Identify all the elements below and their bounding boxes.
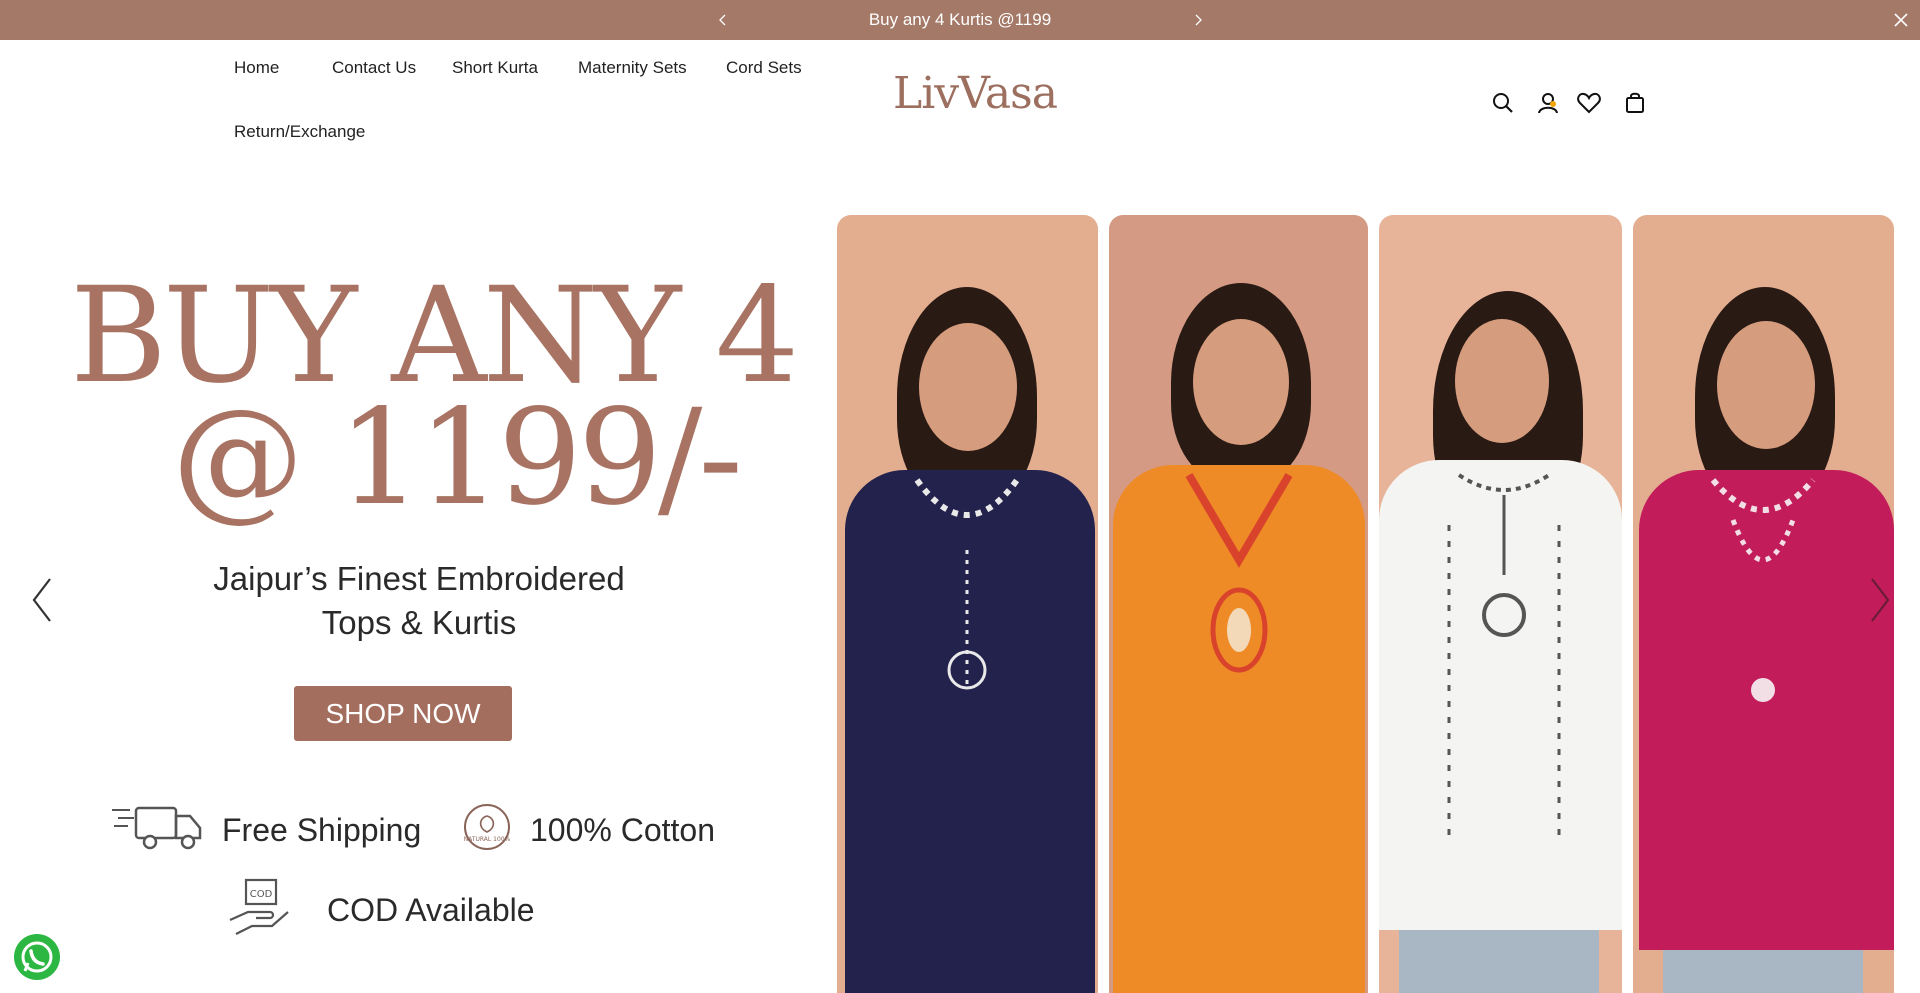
hero-headline-line2: @ 1199/- <box>172 381 743 535</box>
close-icon[interactable] <box>1890 9 1912 31</box>
cart-bag-icon[interactable] <box>1622 90 1648 116</box>
chevron-left-icon[interactable] <box>713 10 733 30</box>
slider-prev-icon[interactable] <box>28 575 58 625</box>
feature-cod-available: COD Available <box>327 892 535 928</box>
nav-item-home[interactable]: Home <box>218 54 295 82</box>
nav-item-maternity-sets[interactable]: Maternity Sets <box>562 54 703 82</box>
announcement-text[interactable]: Buy any 4 Kurtis @1199 <box>0 0 1920 40</box>
hero-banner[interactable]: BUY ANY 4 @ 1199/- Jaipur’s Finest Embro… <box>0 170 1920 993</box>
natural-badge-text: NATURAL 100% <box>464 836 511 843</box>
slider-next-icon[interactable] <box>1864 575 1894 625</box>
account-icon[interactable] <box>1536 90 1562 116</box>
whatsapp-icon[interactable] <box>14 934 60 980</box>
nav-item-return-exchange[interactable]: Return/Exchange <box>218 118 381 146</box>
announcement-bar: Buy any 4 Kurtis @1199 <box>0 0 1920 40</box>
feature-free-shipping: Free Shipping <box>222 812 422 848</box>
logo-text: LivVasa <box>893 68 1058 119</box>
nav-item-short-kurta[interactable]: Short Kurta <box>436 54 554 82</box>
search-icon[interactable] <box>1490 90 1516 116</box>
hero-promo: BUY ANY 4 @ 1199/- Jaipur’s Finest Embro… <box>0 170 830 993</box>
product-image-white[interactable] <box>1379 215 1622 993</box>
feature-100-cotton: 100% Cotton <box>530 812 716 848</box>
logo[interactable]: LivVasa <box>893 68 1058 128</box>
svg-text:COD: COD <box>250 889 273 900</box>
product-image-navy[interactable] <box>837 215 1098 993</box>
shop-now-button[interactable]: SHOP NOW <box>294 686 512 741</box>
site-header: Home Contact Us Short Kurta Maternity Se… <box>0 40 1920 170</box>
product-image-orange[interactable] <box>1109 215 1368 993</box>
hero-subheading-line2: Tops & Kurtis <box>321 604 517 641</box>
nav-item-cord-sets[interactable]: Cord Sets <box>710 54 818 82</box>
nav-item-contact-us[interactable]: Contact Us <box>316 54 432 82</box>
natural-leaf-badge-icon: NATURAL 100% <box>462 802 512 857</box>
chevron-right-icon[interactable] <box>1188 10 1208 30</box>
wishlist-heart-icon[interactable] <box>1576 90 1602 116</box>
product-image-magenta[interactable] <box>1633 215 1894 993</box>
cod-hand-icon: COD <box>226 876 296 943</box>
hero-subheading-line1: Jaipur’s Finest Embroidered <box>213 560 625 597</box>
delivery-truck-icon <box>112 802 204 857</box>
